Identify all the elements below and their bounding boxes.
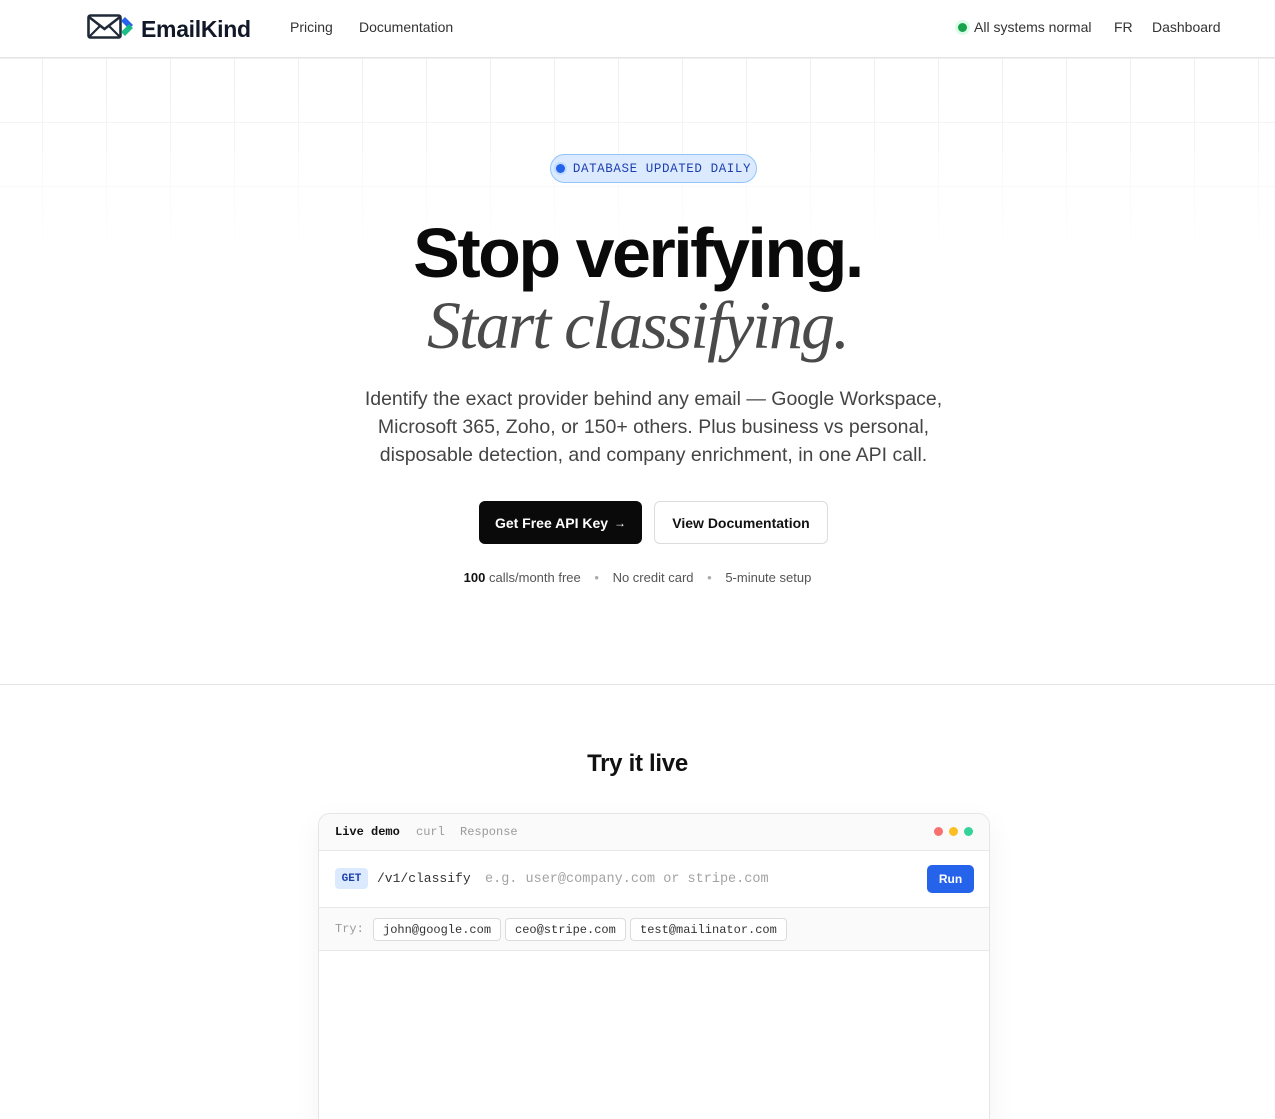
nav-pricing[interactable]: Pricing [290,19,333,35]
envelope-logo-icon [87,13,135,46]
hero-perks: 100 calls/month free • No credit card • … [0,570,1275,585]
run-button[interactable]: Run [927,865,974,893]
calls-text: calls/month free [489,570,581,585]
database-badge: DATABASE UPDATED DAILY [550,154,757,183]
live-demo-panel: Live demo curl Response GET /v1/classify… [318,813,990,1119]
setup-text: 5-minute setup [725,570,812,585]
status-dot-icon [958,22,967,32]
no-credit-card-text: No credit card [612,570,694,585]
system-status[interactable]: All systems normal [958,19,1091,35]
window-dot-green [964,827,973,836]
try-label: Try: [335,922,364,936]
tab-curl[interactable]: curl [416,825,445,839]
nav-dashboard[interactable]: Dashboard [1152,19,1221,35]
site-header: EmailKind Pricing Documentation All syst… [0,0,1275,58]
demo-tabs: Live demo curl Response [319,814,989,851]
language-switch[interactable]: FR [1114,19,1133,35]
hero-subtitle: Identify the exact provider behind any e… [364,388,943,466]
endpoint-path: /v1/classify [377,871,471,886]
example-chip[interactable]: john@google.com [373,918,502,941]
separator-dot: • [594,570,599,585]
hero-headline: Stop verifying. [413,214,864,292]
hero-headline-italic: Start classifying. [426,287,850,363]
tab-response[interactable]: Response [460,825,518,839]
request-row: GET /v1/classify Run [319,851,989,908]
example-chip[interactable]: test@mailinator.com [630,918,787,941]
get-api-key-label: Get Free API Key [494,514,609,531]
example-row: Try: john@google.com ceo@stripe.com test… [319,908,989,951]
example-chip[interactable]: ceo@stripe.com [505,918,626,941]
separator-dot: • [707,570,712,585]
brand-logo[interactable]: EmailKind [87,13,251,46]
arrow-right-icon: → [614,515,627,530]
view-documentation-button[interactable]: View Documentation [654,501,828,544]
demo-output-area [319,951,989,1119]
nav-documentation[interactable]: Documentation [359,19,453,35]
try-it-live-title: Try it live [587,750,688,777]
status-text: All systems normal [974,19,1092,35]
badge-dot-icon [555,164,565,173]
get-api-key-button[interactable]: Get Free API Key → [479,501,642,544]
window-dot-yellow [949,827,958,836]
section-divider [0,684,1275,685]
http-method-badge: GET [335,868,368,889]
badge-text: DATABASE UPDATED DAILY [572,161,752,176]
window-dot-red [934,827,943,836]
email-input[interactable] [479,865,919,893]
tab-live-demo[interactable]: Live demo [335,825,400,839]
calls-count: 100 [463,570,486,585]
brand-name: EmailKind [141,16,251,42]
